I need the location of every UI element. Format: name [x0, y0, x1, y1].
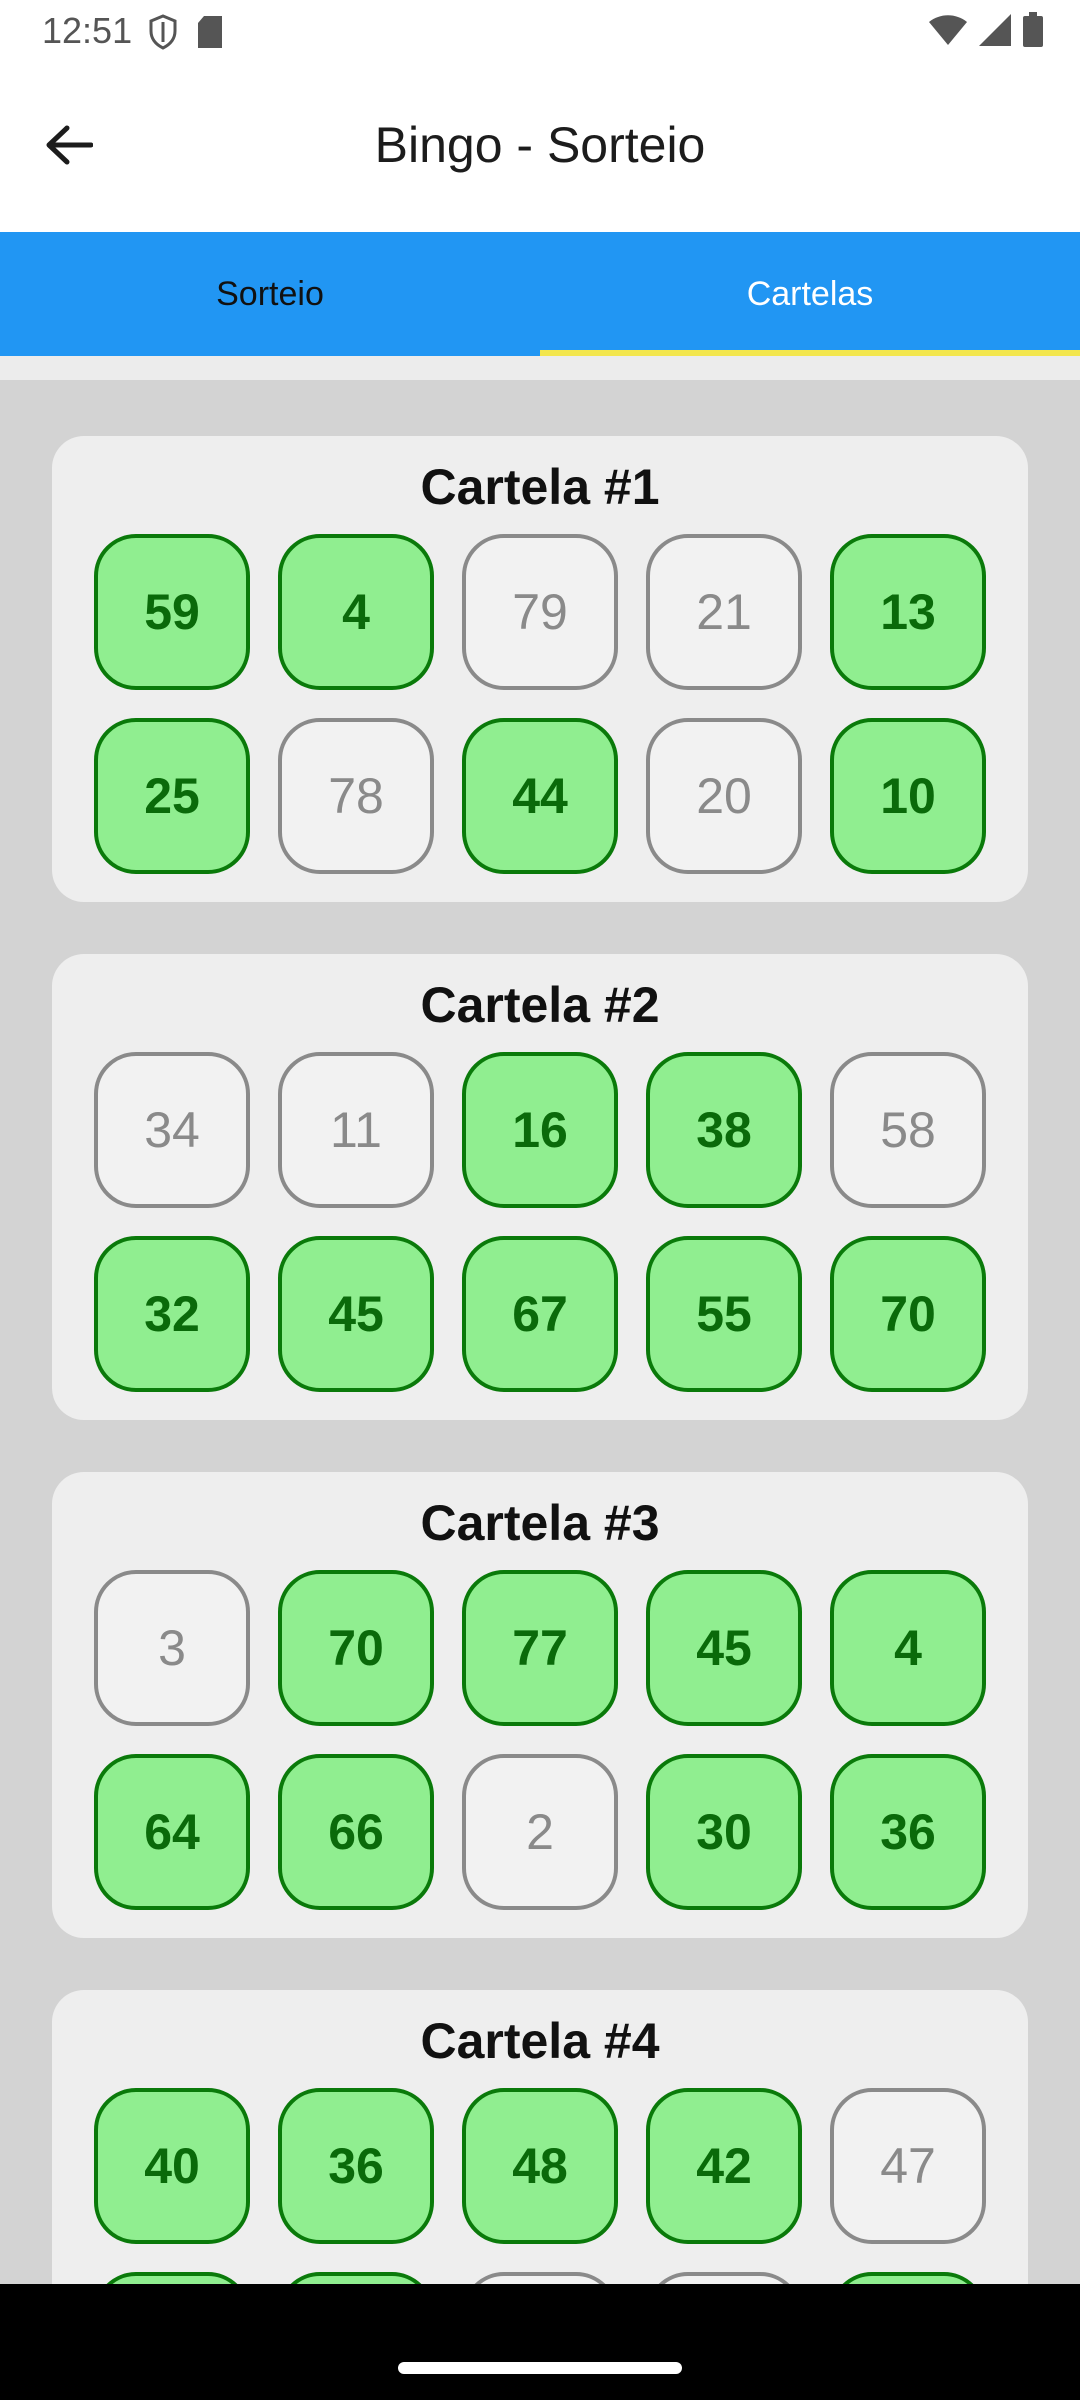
home-gesture-handle[interactable]	[398, 2362, 682, 2374]
number-grid: 34 11 16 38 58 32 45 67 55 70	[94, 1052, 986, 1392]
number-ball[interactable]: 38	[646, 1052, 802, 1208]
number-ball[interactable]: 36	[278, 2088, 434, 2244]
number-ball[interactable]: 32	[94, 1236, 250, 1392]
number-ball[interactable]: 45	[278, 1236, 434, 1392]
tab-bar: Sorteio Cartelas	[0, 232, 1080, 356]
divider	[0, 356, 1080, 380]
number-grid: 59 4 79 21 13 25 78 44 20 10	[94, 534, 986, 874]
signal-icon	[978, 13, 1012, 52]
number-ball[interactable]	[278, 2272, 434, 2284]
number-ball[interactable]: 70	[830, 1236, 986, 1392]
bingo-card: Cartela #1 59 4 79 21 13 25 78 44 20 10	[52, 436, 1028, 902]
card-title: Cartela #4	[420, 2013, 660, 2069]
number-ball[interactable]: 36	[830, 1754, 986, 1910]
status-time: 12:51	[42, 10, 133, 51]
number-ball[interactable]: 42	[646, 2088, 802, 2244]
number-ball[interactable]: 66	[278, 1754, 434, 1910]
tab-cartelas[interactable]: Cartelas	[540, 232, 1080, 356]
number-ball[interactable]: 4	[830, 1570, 986, 1726]
bingo-card: Cartela #2 34 11 16 38 58 32 45 67 55 70	[52, 954, 1028, 1420]
sd-card-icon	[196, 15, 224, 54]
number-ball[interactable]: 4	[278, 534, 434, 690]
system-nav-bar	[0, 2284, 1080, 2400]
card-title: Cartela #2	[420, 977, 660, 1033]
number-ball[interactable]: 59	[94, 534, 250, 690]
card-title: Cartela #3	[420, 1495, 660, 1551]
number-ball[interactable]: 11	[278, 1052, 434, 1208]
tab-sorteio[interactable]: Sorteio	[0, 232, 540, 356]
number-ball[interactable]: 45	[646, 1570, 802, 1726]
number-ball[interactable]	[94, 2272, 250, 2284]
number-ball[interactable]: 67	[462, 1236, 618, 1392]
battery-icon	[1022, 12, 1044, 53]
app-bar: Bingo - Sorteio	[0, 64, 1080, 232]
number-ball[interactable]: 13	[830, 534, 986, 690]
number-ball[interactable]: 10	[830, 718, 986, 874]
number-ball[interactable]: 44	[462, 718, 618, 874]
number-grid: 3 70 77 45 4 64 66 2 30 36	[94, 1570, 986, 1910]
number-ball[interactable]: 70	[278, 1570, 434, 1726]
number-ball[interactable]: 78	[278, 718, 434, 874]
number-ball[interactable]: 30	[646, 1754, 802, 1910]
card-title: Cartela #1	[420, 459, 660, 515]
page-title: Bingo - Sorteio	[374, 117, 706, 173]
bingo-card: Cartela #3 3 70 77 45 4 64 66 2 30 36	[52, 1472, 1028, 1938]
number-grid: 40 36 48 42 47	[94, 2088, 986, 2284]
number-ball[interactable]: 55	[646, 1236, 802, 1392]
wifi-icon	[928, 13, 968, 52]
number-ball[interactable]	[646, 2272, 802, 2284]
number-ball[interactable]	[830, 2272, 986, 2284]
number-ball[interactable]: 40	[94, 2088, 250, 2244]
shield-icon	[148, 14, 178, 55]
number-ball[interactable]: 48	[462, 2088, 618, 2244]
number-ball[interactable]: 79	[462, 534, 618, 690]
number-ball[interactable]: 64	[94, 1754, 250, 1910]
number-ball[interactable]: 58	[830, 1052, 986, 1208]
cards-list[interactable]: Cartela #1 59 4 79 21 13 25 78 44 20 10 Cartela #…	[0, 380, 1080, 2284]
number-ball[interactable]: 34	[94, 1052, 250, 1208]
number-ball[interactable]: 47	[830, 2088, 986, 2244]
number-ball[interactable]: 20	[646, 718, 802, 874]
number-ball[interactable]	[462, 2272, 618, 2284]
number-ball[interactable]: 25	[94, 718, 250, 874]
number-ball[interactable]: 21	[646, 534, 802, 690]
status-bar: 12:51	[0, 0, 1080, 64]
number-ball[interactable]: 3	[94, 1570, 250, 1726]
number-ball[interactable]: 2	[462, 1754, 618, 1910]
number-ball[interactable]: 16	[462, 1052, 618, 1208]
bingo-card: Cartela #4 40 36 48 42 47	[52, 1990, 1028, 2284]
number-ball[interactable]: 77	[462, 1570, 618, 1726]
